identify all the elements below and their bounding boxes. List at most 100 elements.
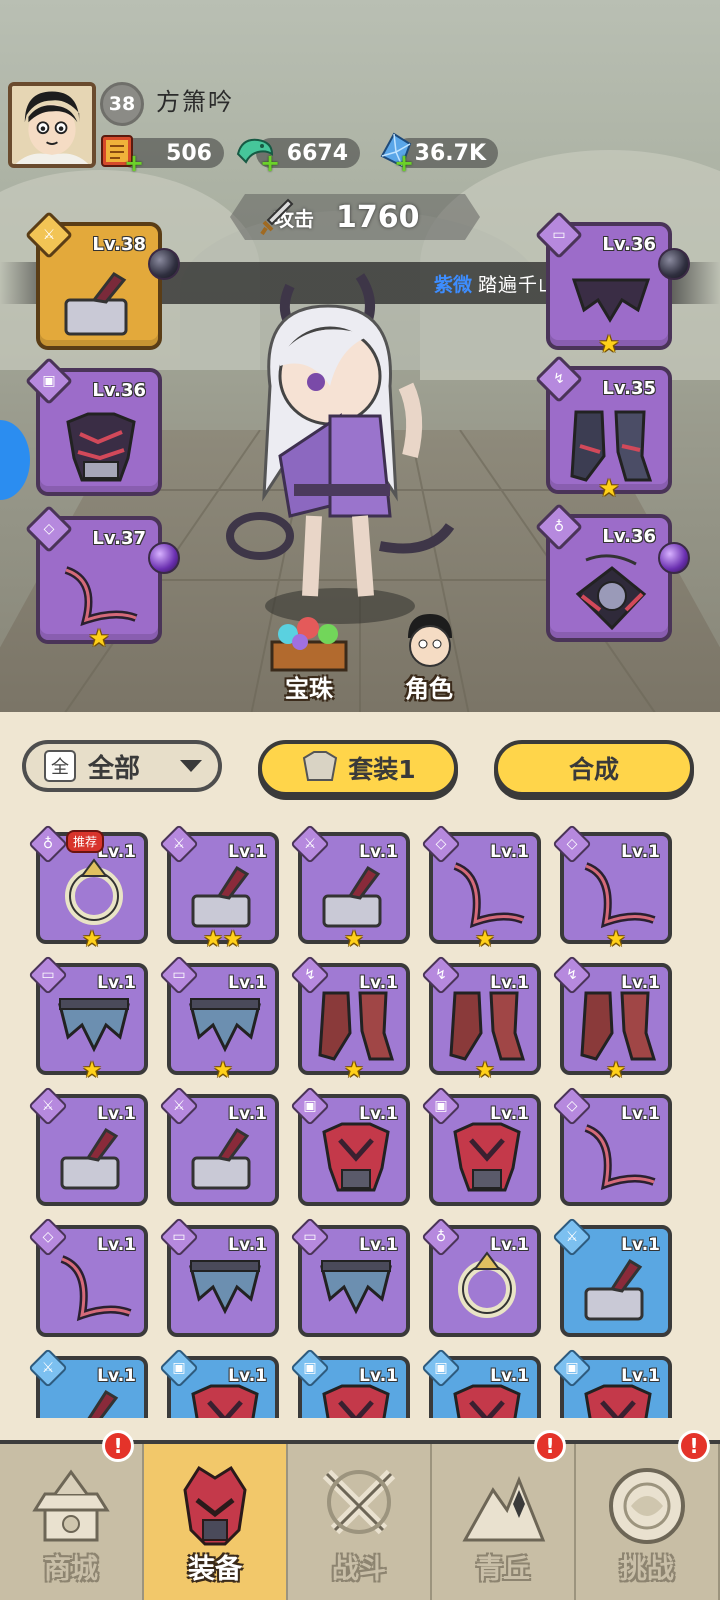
equipment-helmet-icon: [183, 1465, 247, 1546]
inventory-item[interactable]: ▣ Lv.1: [159, 1348, 279, 1418]
belt-icon: [453, 862, 525, 929]
star-icon: ★: [475, 1058, 495, 1083]
star-rating: ★: [302, 1059, 406, 1083]
nav-tab-label: 战斗: [332, 1554, 386, 1585]
nav-tab[interactable]: 战斗: [288, 1444, 432, 1600]
inventory-item[interactable]: ↯ Lv.1 ★: [421, 955, 541, 1083]
weapon-icon: [191, 1127, 251, 1190]
resource-value: 6674: [286, 140, 348, 166]
inventory-item[interactable]: ◇ Lv.1 ★: [421, 824, 541, 952]
inventory-item[interactable]: ▭ Lv.1: [290, 1217, 410, 1337]
nav-tab[interactable]: 商城!: [0, 1430, 144, 1600]
armor-icon: [191, 1384, 259, 1418]
slot-level: Lv.36: [602, 234, 656, 255]
craft-button[interactable]: 合成: [494, 740, 694, 796]
hero-character[interactable]: [220, 266, 480, 636]
bottom-navigation: 商城! 装备 战斗 青丘! 挑战!: [0, 1430, 720, 1600]
jade-dragon-icon[interactable]: +: [232, 130, 280, 175]
sword-icon: [260, 198, 294, 236]
inventory-item[interactable]: ▣ Lv.1: [290, 1348, 410, 1418]
character-portrait-icon: [408, 614, 452, 667]
dropdown-label: 全部: [88, 753, 141, 784]
inventory-grid: ♁ Lv.1 ★ 推荐 ⚔ Lv.1 ★★ ⚔ Lv.1 ★ ◇ Lv.1 ★ ◇ Lv.1 ★ ▭ Lv.1 ★ ▭…: [0, 818, 720, 1418]
attack-value: 1760: [336, 199, 420, 235]
star-icon: ★: [82, 927, 102, 952]
amulet-icon: [575, 554, 647, 631]
inventory-item[interactable]: ◇ Lv.1: [28, 1217, 148, 1337]
weapon-icon: [60, 1127, 120, 1190]
belt-icon: [584, 1124, 656, 1191]
player-avatar[interactable]: [8, 82, 96, 168]
star-icon: ★: [344, 927, 364, 952]
chevron-down-icon: [180, 760, 202, 772]
gift-scroll-icon[interactable]: +: [96, 130, 144, 175]
inventory-item[interactable]: ▣ Lv.1: [421, 1086, 541, 1206]
equip-slot-pants[interactable]: ▭ Lv.36 ★: [534, 210, 672, 356]
inventory-item[interactable]: ⚔ Lv.1: [159, 1086, 279, 1206]
inventory-item[interactable]: ▣ Lv.1: [290, 1086, 410, 1206]
star-rating: ★: [40, 928, 144, 952]
pants-icon: [189, 998, 261, 1053]
treasure-chest-icon: [270, 617, 348, 672]
gems-label: 宝珠: [285, 675, 333, 703]
star-icon: ★: [475, 927, 495, 952]
star-icon: ★: [88, 624, 110, 652]
inventory-item[interactable]: ◇ Lv.1: [552, 1086, 672, 1206]
weapon-icon: [584, 1258, 644, 1321]
inventory-item[interactable]: ◇ Lv.1 ★: [552, 824, 672, 952]
inventory-item[interactable]: ▭ Lv.1 ★: [28, 955, 148, 1083]
equipment-set-button[interactable]: 套装1: [258, 740, 458, 796]
star-rating: ★: [433, 928, 537, 952]
slot-level: Lv.37: [92, 528, 146, 549]
equip-slot-boots[interactable]: ↯ Lv.35 ★: [534, 354, 672, 500]
inventory-item[interactable]: ⚔ Lv.1: [552, 1217, 672, 1337]
resource-value: 506: [166, 140, 212, 166]
belt-icon: [60, 1255, 132, 1322]
inventory-item[interactable]: ⚔ Lv.1 ★: [290, 824, 410, 952]
inventory-item[interactable]: ▣ Lv.1: [552, 1348, 672, 1418]
equip-slot-necklace[interactable]: ♁ Lv.36: [534, 502, 672, 642]
equipment-set-label: 套装1: [348, 755, 416, 784]
star-icon: ★: [606, 1058, 626, 1083]
inventory-item[interactable]: ▭ Lv.1 ★: [159, 955, 279, 1083]
armor-icon: [322, 1384, 390, 1418]
boots-icon: [318, 991, 395, 1061]
slot-level: Lv.36: [92, 380, 146, 401]
weapon-icon: [87, 1389, 119, 1418]
equip-slot-weapon[interactable]: ⚔ Lv.38: [24, 210, 162, 350]
category-dropdown[interactable]: 全 全部: [22, 740, 222, 792]
star-icon: ★: [223, 927, 243, 952]
nav-tab-label: 商城: [44, 1554, 98, 1585]
inventory-item[interactable]: ↯ Lv.1 ★: [290, 955, 410, 1083]
star-rating: ★: [40, 1059, 144, 1083]
boots-icon: [580, 991, 657, 1061]
star-icon: ★: [203, 927, 223, 952]
gems-button[interactable]: 宝珠: [254, 612, 364, 704]
inventory-item[interactable]: ♁ Lv.1 ★ 推荐: [28, 824, 148, 952]
star-rating: ★: [550, 476, 668, 500]
star-rating: ★: [40, 626, 158, 650]
star-rating: ★: [171, 1059, 275, 1083]
character-button[interactable]: 角色: [374, 612, 484, 704]
equip-slot-belt[interactable]: ◇ Lv.37 ★: [24, 504, 162, 650]
nav-tab[interactable]: 挑战!: [576, 1430, 720, 1600]
inventory-item[interactable]: ▭ Lv.1: [159, 1217, 279, 1337]
challenge-disc-icon: [609, 1468, 685, 1544]
ring-icon: [65, 858, 123, 925]
inventory-item[interactable]: ▣ Lv.1: [421, 1348, 541, 1418]
inventory-item[interactable]: ⚔ Lv.1: [28, 1348, 148, 1418]
inventory-item[interactable]: ♁ Lv.1: [421, 1217, 541, 1337]
nav-tab-label: 挑战: [620, 1554, 674, 1585]
armor-icon: [584, 1384, 652, 1418]
inventory-item[interactable]: ⚔ Lv.1: [28, 1086, 148, 1206]
belt-icon: [584, 862, 656, 929]
armor-set-icon: [303, 751, 338, 781]
equip-slot-armor[interactable]: ▣ Lv.36: [24, 356, 162, 496]
blue-crystal-icon[interactable]: +: [372, 130, 418, 175]
nav-tab[interactable]: 青丘!: [432, 1430, 576, 1600]
nav-tab-label: 装备: [188, 1554, 242, 1585]
star-rating: ★: [302, 928, 406, 952]
inventory-item[interactable]: ⚔ Lv.1 ★★: [159, 824, 279, 952]
inventory-item[interactable]: ↯ Lv.1 ★: [552, 955, 672, 1083]
nav-tab[interactable]: 装备: [144, 1444, 288, 1600]
